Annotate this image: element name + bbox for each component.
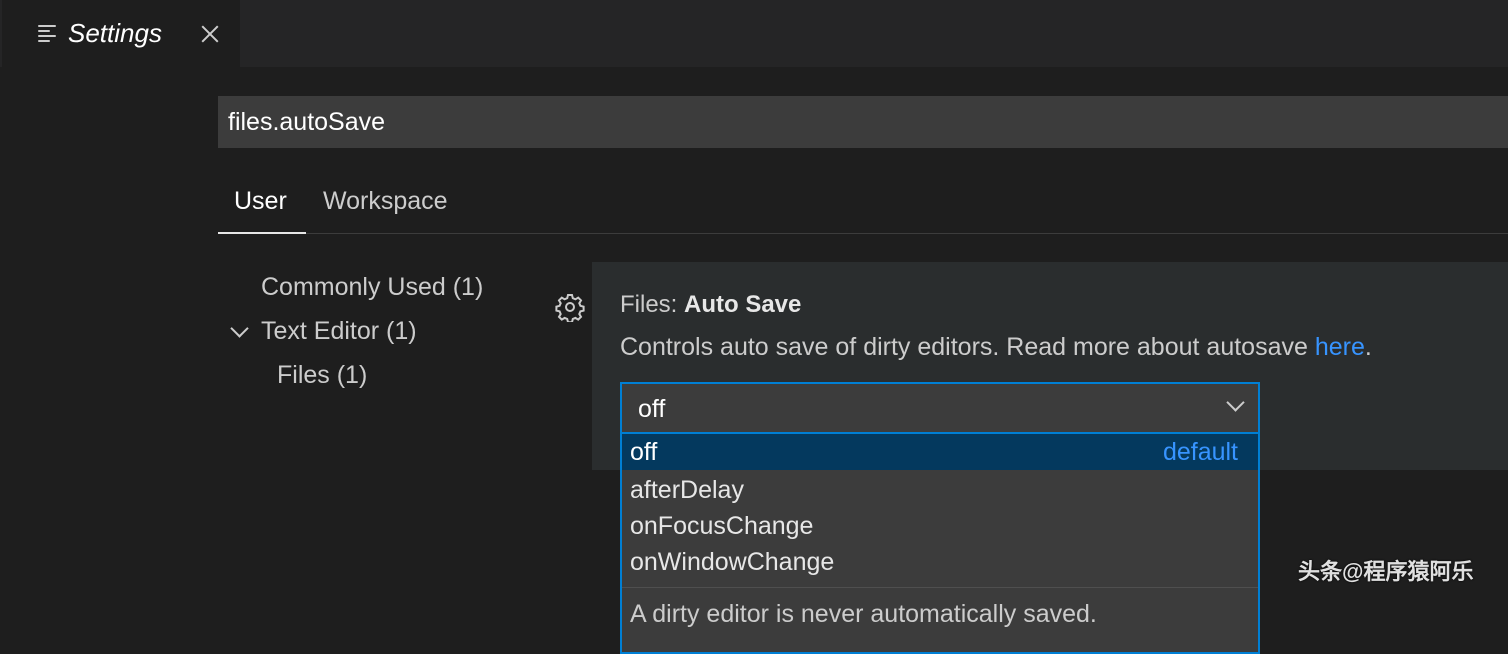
editor-tab-bar: Settings bbox=[0, 0, 1508, 67]
setting-description: Controls auto save of dirty editors. Rea… bbox=[620, 332, 1372, 362]
setting-title: Files: Auto Save bbox=[620, 290, 801, 320]
select-value: off bbox=[638, 395, 666, 423]
setting-category: Files: bbox=[620, 291, 685, 318]
settings-list-icon bbox=[38, 25, 56, 42]
option-off[interactable]: off default bbox=[622, 434, 1258, 470]
watermark: 头条@程序猿阿乐 bbox=[1298, 559, 1474, 584]
toc-item-files[interactable]: Files (1) bbox=[277, 359, 367, 391]
setting-name: Auto Save bbox=[684, 291, 802, 318]
toc-item-commonly-used[interactable]: Commonly Used (1) bbox=[261, 271, 483, 303]
option-after-delay[interactable]: afterDelay bbox=[622, 472, 1258, 508]
tab-title: Settings bbox=[68, 18, 162, 48]
autosave-doc-link[interactable]: here bbox=[1315, 333, 1365, 361]
option-on-focus-change[interactable]: onFocusChange bbox=[622, 508, 1258, 544]
dropdown-divider bbox=[622, 587, 1258, 588]
toc-item-text-editor[interactable]: Text Editor (1) bbox=[261, 315, 417, 347]
setting-description-end: . bbox=[1364, 333, 1372, 361]
setting-description-text: Controls auto save of dirty editors. Rea… bbox=[620, 333, 1315, 361]
default-badge: default bbox=[1162, 438, 1238, 466]
tab-workspace[interactable]: Workspace bbox=[323, 178, 448, 234]
chevron-down-icon[interactable] bbox=[1226, 396, 1246, 416]
auto-save-dropdown: off default afterDelay onFocusChange onW… bbox=[620, 434, 1260, 654]
option-label: off bbox=[630, 438, 658, 466]
tab-user[interactable]: User bbox=[218, 178, 306, 234]
settings-tab[interactable]: Settings bbox=[2, 0, 240, 67]
option-description: A dirty editor is never automatically sa… bbox=[630, 600, 1097, 628]
auto-save-select[interactable]: off bbox=[620, 382, 1260, 434]
gear-icon[interactable] bbox=[555, 292, 585, 322]
settings-search-input[interactable] bbox=[218, 96, 1508, 148]
close-icon[interactable] bbox=[198, 22, 222, 46]
chevron-down-icon[interactable] bbox=[230, 322, 248, 340]
option-on-window-change[interactable]: onWindowChange bbox=[622, 544, 1258, 580]
scope-tabs: User Workspace bbox=[218, 178, 1508, 234]
